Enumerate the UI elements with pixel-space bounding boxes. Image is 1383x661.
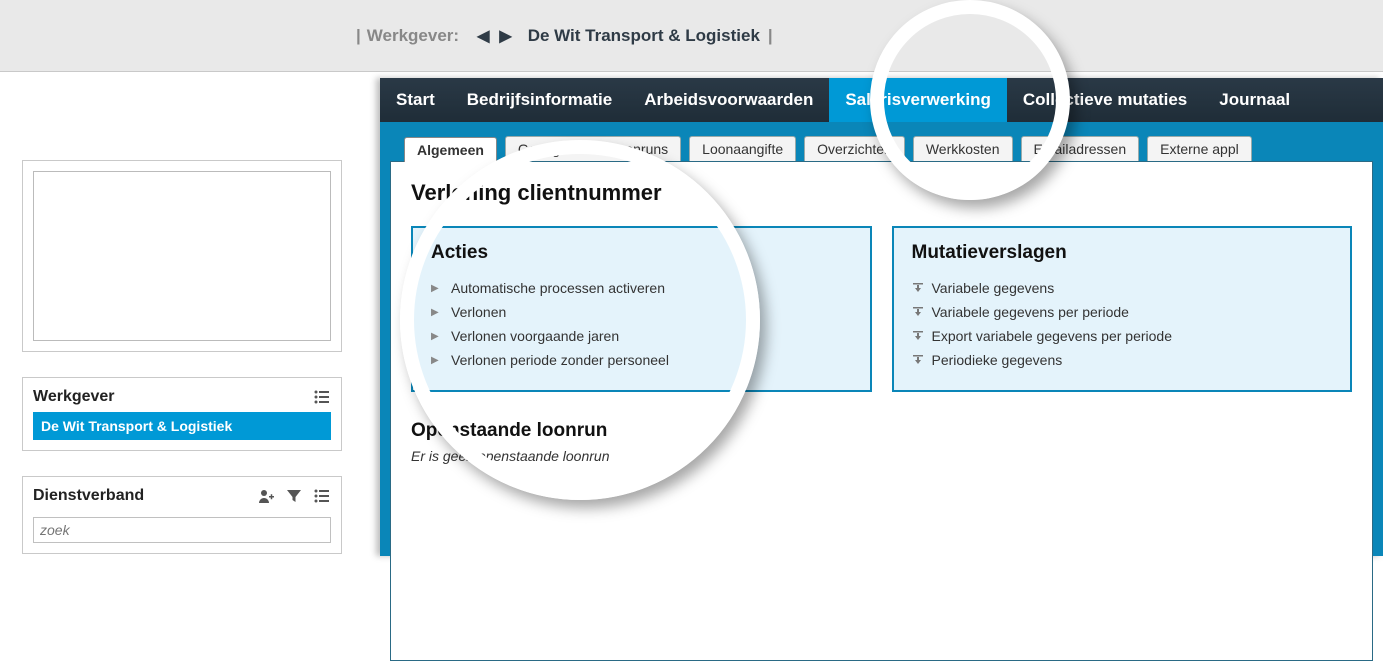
content: Verloning clientnummer Acties ▶ Automatis… <box>390 161 1373 661</box>
filter-icon[interactable] <box>285 487 303 505</box>
triangle-right-icon: ▶ <box>431 283 443 294</box>
acties-item[interactable]: ▶ Verlonen periode zonder personeel <box>431 348 852 372</box>
menu-collectieve-mutaties[interactable]: Collectieve mutaties <box>1007 78 1203 122</box>
menu-salarisverwerking[interactable]: Salarisverwerking <box>829 78 1007 122</box>
topbar: | Werkgever: ◀ ▶ De Wit Transport & Logi… <box>0 0 1383 72</box>
image-panel <box>22 160 342 352</box>
pipe: | <box>768 26 773 46</box>
dienstverband-search-input[interactable] <box>33 517 331 543</box>
subtabs: Algemeen Goedgekeurde loonruns Loonaangi… <box>380 122 1383 161</box>
dienstverband-panel: Dienstverband <box>22 476 342 554</box>
mutatie-item[interactable]: Variabele gegevens per periode <box>912 300 1333 324</box>
acties-item[interactable]: ▶ Automatische processen activeren <box>431 276 852 300</box>
pipe: | <box>356 26 361 46</box>
menu-journaal[interactable]: Journaal <box>1203 78 1306 122</box>
add-person-icon[interactable] <box>257 487 275 505</box>
next-employer-arrow-icon[interactable]: ▶ <box>499 26 511 46</box>
mutatie-item[interactable]: Periodieke gegevens <box>912 348 1333 372</box>
download-icon <box>912 282 924 294</box>
triangle-right-icon: ▶ <box>431 355 443 366</box>
acties-item-label: Verlonen <box>451 304 506 320</box>
triangle-right-icon: ▶ <box>431 307 443 318</box>
menu-bedrijfsinformatie[interactable]: Bedrijfsinformatie <box>451 78 628 122</box>
acties-item[interactable]: ▶ Verlonen <box>431 300 852 324</box>
mutatieverslagen-card: Mutatieverslagen Variabele gegevens Vari… <box>892 226 1353 392</box>
acties-item-label: Verlonen periode zonder personeel <box>451 352 669 368</box>
acties-item-label: Verlonen voorgaande jaren <box>451 328 619 344</box>
employer-panel: Werkgever De Wit Transport & Logistiek <box>22 377 342 451</box>
menu-start[interactable]: Start <box>380 78 451 122</box>
list-icon[interactable] <box>313 388 331 406</box>
menubar: Start Bedrijfsinformatie Arbeidsvoorwaar… <box>380 78 1383 122</box>
mutatie-item[interactable]: Export variabele gegevens per periode <box>912 324 1333 348</box>
list-icon[interactable] <box>313 487 331 505</box>
mutatieverslagen-title: Mutatieverslagen <box>912 242 1333 264</box>
download-icon <box>912 306 924 318</box>
employer-section-title: Werkgever <box>33 388 115 406</box>
employer-name: De Wit Transport & Logistiek <box>528 26 760 46</box>
mutatie-item[interactable]: Variabele gegevens <box>912 276 1333 300</box>
subtab-externe-appl[interactable]: Externe appl <box>1147 136 1252 161</box>
download-icon <box>912 354 924 366</box>
openstaande-loonrun-section: Openstaande loonrun Er is geen openstaan… <box>411 420 1352 464</box>
openstaande-loonrun-title: Openstaande loonrun <box>411 420 1352 442</box>
subtab-overzichten[interactable]: Overzichten <box>804 136 905 161</box>
openstaande-loonrun-message: Er is geen openstaande loonrun <box>411 448 1352 464</box>
dienstverband-section-title: Dienstverband <box>33 487 144 505</box>
menu-arbeidsvoorwaarden[interactable]: Arbeidsvoorwaarden <box>628 78 829 122</box>
prev-employer-arrow-icon[interactable]: ◀ <box>477 26 489 46</box>
mutatie-item-label: Variabele gegevens <box>932 280 1055 296</box>
acties-card: Acties ▶ Automatische processen activeren… <box>411 226 872 392</box>
mutatie-item-label: Periodieke gegevens <box>932 352 1063 368</box>
acties-item[interactable]: ▶ Verlonen voorgaande jaren <box>431 324 852 348</box>
mutatie-item-label: Export variabele gegevens per periode <box>932 328 1173 344</box>
subtab-loonaangifte[interactable]: Loonaangifte <box>689 136 796 161</box>
mutatie-item-label: Variabele gegevens per periode <box>932 304 1129 320</box>
acties-item-label: Automatische processen activeren <box>451 280 665 296</box>
subtab-goedgekeurde-loonruns[interactable]: Goedgekeurde loonruns <box>505 136 681 161</box>
employer-selected-item[interactable]: De Wit Transport & Logistiek <box>33 412 331 440</box>
acties-title: Acties <box>431 242 852 264</box>
triangle-right-icon: ▶ <box>431 331 443 342</box>
subtab-werkkosten[interactable]: Werkkosten <box>913 136 1013 161</box>
sidebar: Werkgever De Wit Transport & Logistiek D… <box>22 160 342 579</box>
employer-label: Werkgever: <box>367 26 459 46</box>
employer-image-placeholder <box>33 171 331 341</box>
page-title: Verloning clientnummer <box>411 180 1352 206</box>
download-icon <box>912 330 924 342</box>
subtab-algemeen[interactable]: Algemeen <box>404 137 497 162</box>
subtab-emailadressen[interactable]: Emailadressen <box>1021 136 1140 161</box>
main-area: Start Bedrijfsinformatie Arbeidsvoorwaar… <box>380 78 1383 556</box>
